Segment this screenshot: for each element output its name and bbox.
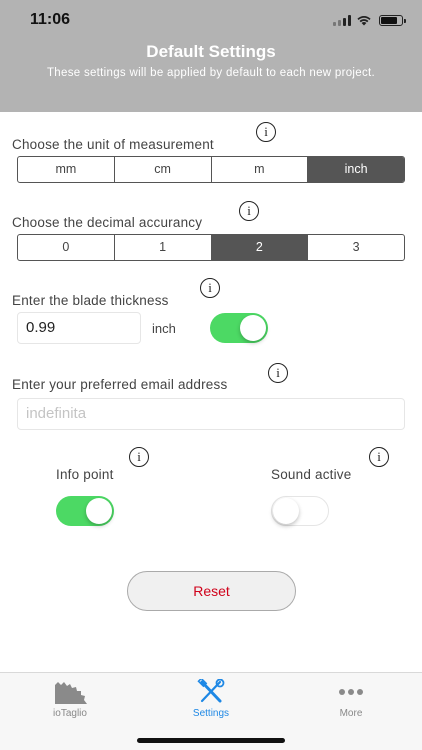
unit-segmented-control: mm cm m inch: [17, 156, 405, 183]
unit-label: Choose the unit of measurement: [12, 137, 214, 152]
decimal-segmented-control: 0 1 2 3: [17, 234, 405, 261]
info-icon[interactable]: i: [200, 278, 220, 298]
email-field[interactable]: indefinita: [17, 398, 405, 430]
toggle-knob: [86, 498, 112, 524]
segment-0[interactable]: 0: [18, 235, 115, 260]
cellular-signal-icon: [333, 15, 351, 26]
tab-label: Settings: [192, 708, 230, 719]
sound-active-label: Sound active: [271, 467, 352, 482]
segment-1[interactable]: 1: [115, 235, 212, 260]
blade-label: Enter the blade thickness: [12, 293, 169, 308]
tab-iotaglio[interactable]: ioTaglio: [25, 679, 115, 719]
status-bar: 11:06: [0, 0, 422, 40]
info-icon[interactable]: i: [268, 363, 288, 383]
status-time: 11:06: [30, 11, 71, 28]
info-icon[interactable]: i: [129, 447, 149, 467]
email-label: Enter your preferred email address: [12, 377, 228, 392]
segment-cm[interactable]: cm: [115, 157, 212, 182]
segment-3[interactable]: 3: [308, 235, 404, 260]
page-subtitle: These settings will be applied by defaul…: [46, 67, 375, 79]
blade-thickness-input[interactable]: 0.99: [17, 312, 141, 344]
info-icon[interactable]: i: [239, 201, 259, 221]
home-indicator: [137, 738, 285, 743]
tab-more[interactable]: More: [306, 679, 396, 719]
segment-inch[interactable]: inch: [308, 157, 404, 182]
segment-mm[interactable]: mm: [18, 157, 115, 182]
more-dots-icon: [339, 689, 363, 695]
segment-m[interactable]: m: [212, 157, 309, 182]
blade-unit-label: inch: [152, 321, 176, 336]
segment-2[interactable]: 2: [211, 235, 309, 260]
battery-icon: [379, 15, 406, 26]
info-icon[interactable]: i: [369, 447, 389, 467]
tools-icon: [197, 679, 225, 703]
tab-settings[interactable]: Settings: [166, 679, 256, 719]
info-point-toggle[interactable]: [56, 496, 114, 526]
page-title: Default Settings: [146, 42, 276, 61]
wifi-icon: [357, 16, 371, 26]
tab-label: ioTaglio: [53, 708, 87, 719]
sound-active-toggle[interactable]: [271, 496, 329, 526]
saw-blade-icon: [55, 682, 87, 704]
info-icon[interactable]: i: [256, 122, 276, 142]
toggle-knob: [273, 498, 299, 524]
info-point-label: Info point: [56, 467, 114, 482]
toggle-knob: [240, 315, 266, 341]
blade-toggle[interactable]: [210, 313, 268, 343]
decimal-label: Choose the decimal accurancy: [12, 215, 203, 230]
page-header: Default Settings These settings will be …: [0, 40, 422, 112]
tab-label: More: [339, 708, 363, 719]
reset-button[interactable]: Reset: [127, 571, 296, 611]
